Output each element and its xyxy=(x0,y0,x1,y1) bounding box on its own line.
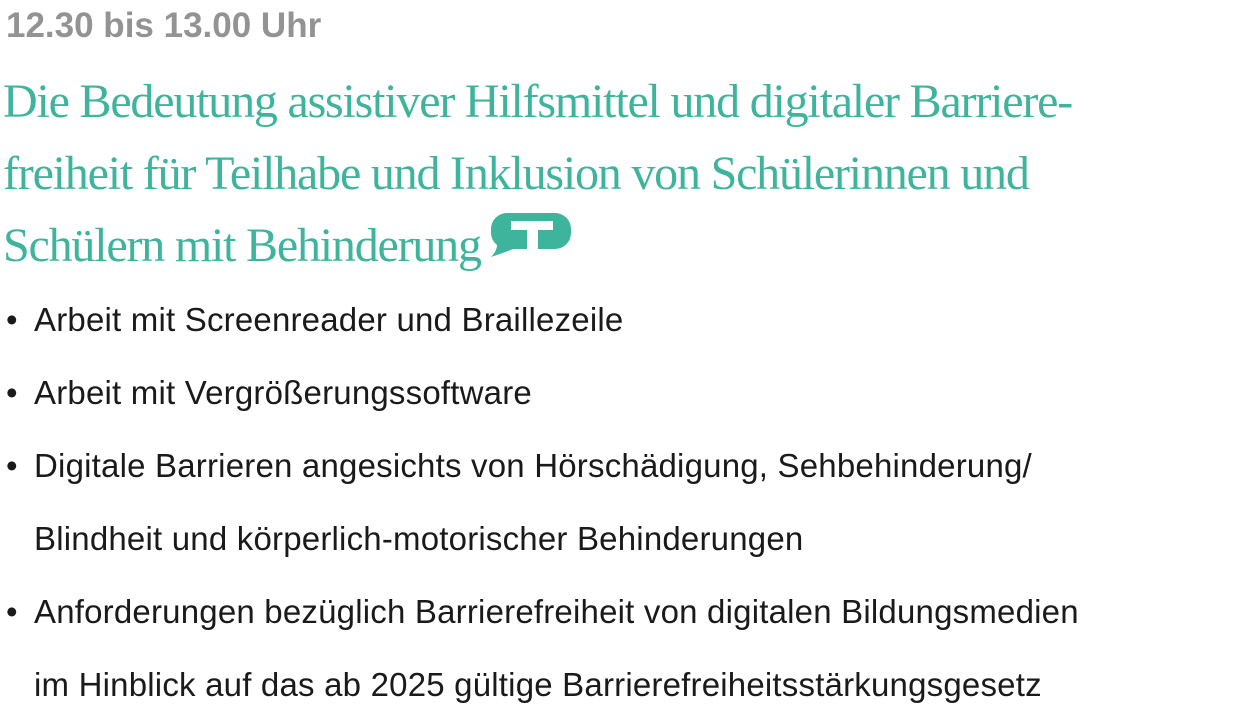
program-item: 12.30 bis 13.00 Uhr Die Bedeutung assist… xyxy=(0,0,1240,708)
bullet-marker: • xyxy=(6,301,18,338)
bullet-marker: • xyxy=(6,593,18,630)
session-title-line-3: Schülern mit Behinderung xyxy=(3,210,1237,282)
speech-bubble-t-icon xyxy=(490,208,571,280)
bullet-marker: • xyxy=(6,447,18,484)
topic-text: Anforderungen bezüglich Barrierefreiheit… xyxy=(34,593,1079,630)
topic-item: • Anforderungen bezüglich Barrierefreihe… xyxy=(0,575,1240,721)
topic-list: • Arbeit mit Screenreader und Braillezei… xyxy=(0,283,1240,721)
topic-text-continued: Blindheit und körperlich-motorischer Beh… xyxy=(34,520,804,557)
session-title-line-1: Die Bedeutung assistiver Hilfsmittel und… xyxy=(3,75,1073,128)
topic-item: • Arbeit mit Screenreader und Braillezei… xyxy=(0,283,1240,356)
topic-text: Arbeit mit Screenreader und Braillezeile xyxy=(34,301,624,338)
topic-item: • Digitale Barrieren angesichts von Hörs… xyxy=(0,429,1240,575)
topic-text: Digitale Barrieren angesichts von Hörsch… xyxy=(34,447,1032,484)
bullet-marker: • xyxy=(6,374,18,411)
session-title: Die Bedeutung assistiver Hilfsmittel und… xyxy=(3,66,1237,282)
session-title-line-3-text: Schülern mit Behinderung xyxy=(3,219,482,272)
time-slot: 12.30 bis 13.00 Uhr xyxy=(6,6,322,45)
session-title-line-2: freiheit für Teilhabe und Inklusion von … xyxy=(3,147,1030,200)
topic-text: Arbeit mit Vergrößerungssoftware xyxy=(34,374,532,411)
topic-text-continued: im Hinblick auf das ab 2025 gültige Barr… xyxy=(34,666,1042,703)
topic-item: • Arbeit mit Vergrößerungssoftware xyxy=(0,356,1240,429)
